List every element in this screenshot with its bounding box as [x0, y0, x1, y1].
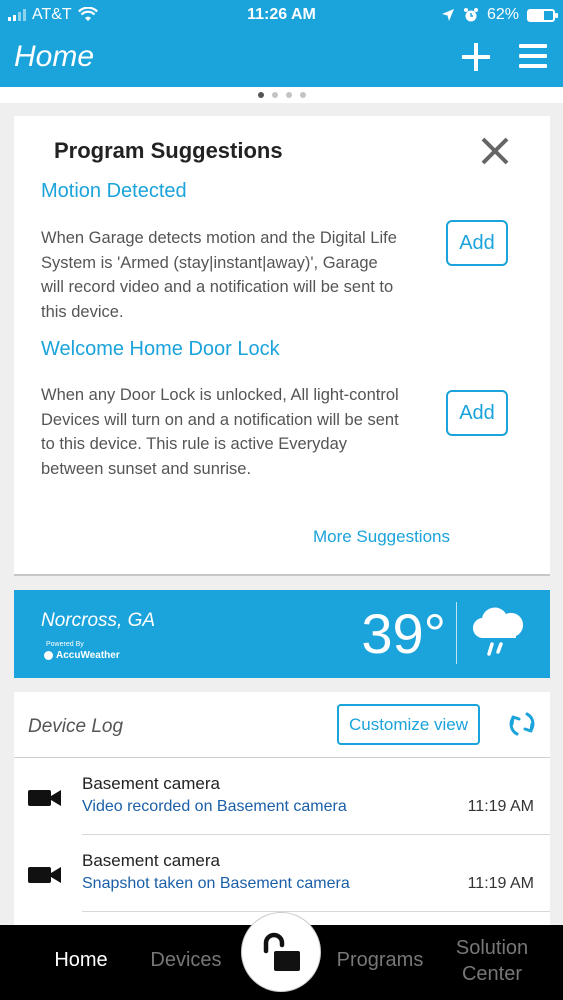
card-title: Program Suggestions — [54, 138, 283, 163]
page-dot[interactable] — [271, 92, 278, 98]
close-icon[interactable] — [480, 136, 510, 166]
app-header: Home — [0, 32, 563, 87]
unlocked-padlock-icon — [263, 932, 300, 971]
status-bar: AT&T 11:26 AM 62% — [0, 0, 563, 32]
log-entry[interactable]: Basement camera Video recorded on Baseme… — [14, 758, 550, 835]
tab-solution-center[interactable]: Solution Center — [440, 935, 544, 987]
log-device-name: Basement camera — [82, 774, 220, 793]
log-entry[interactable]: Basement camera Snapshot taken on Baseme… — [14, 835, 550, 912]
program-suggestions-card: Program Suggestions Motion Detected When… — [14, 116, 550, 576]
page-dot[interactable] — [299, 92, 306, 98]
weather-temperature: 39° — [361, 602, 446, 665]
weather-city: Norcross, GA — [41, 610, 156, 631]
tab-home[interactable]: Home — [38, 949, 124, 972]
tab-devices[interactable]: Devices — [140, 949, 232, 972]
battery-percent: 62% — [486, 6, 519, 23]
page-dot[interactable] — [257, 92, 264, 98]
sun-icon — [44, 651, 53, 660]
log-event-link[interactable]: Snapshot taken on Basement camera — [82, 875, 350, 893]
hamburger-menu-icon[interactable] — [519, 44, 547, 68]
add-icon[interactable] — [459, 40, 493, 74]
customize-view-button[interactable]: Customize view — [337, 704, 480, 745]
log-event-link[interactable]: Video recorded on Basement camera — [82, 798, 347, 816]
battery-fill — [529, 10, 544, 20]
page-title: Home — [14, 40, 95, 73]
suggestion-title-door-lock[interactable]: Welcome Home Door Lock — [41, 338, 280, 361]
row-divider — [82, 911, 550, 912]
powered-by-label: Powered By — [46, 641, 84, 648]
page-dot[interactable] — [285, 92, 292, 98]
device-log-title: Device Log — [28, 716, 124, 737]
accuweather-logo: AccuWeather — [44, 650, 120, 661]
video-camera-icon — [28, 790, 61, 806]
log-device-name: Basement camera — [82, 851, 220, 870]
more-suggestions-link[interactable]: More Suggestions — [313, 527, 450, 547]
log-time: 11:19 AM — [467, 798, 534, 815]
add-motion-button[interactable]: Add — [446, 220, 508, 266]
device-log: Device Log Customize view Basement camer… — [14, 692, 550, 925]
tab-programs[interactable]: Programs — [330, 949, 430, 972]
log-time: 11:19 AM — [467, 875, 534, 892]
status-right: 62% — [441, 6, 558, 24]
lock-button[interactable] — [241, 912, 321, 992]
weather-widget[interactable]: Norcross, GA Powered By AccuWeather 39° — [14, 590, 550, 678]
rain-cloud-icon — [472, 607, 524, 656]
video-camera-icon — [28, 867, 61, 883]
weather-divider — [456, 602, 457, 664]
battery-icon — [527, 8, 558, 22]
suggestion-description-motion: When Garage detects motion and the Digit… — [41, 229, 397, 321]
suggestion-description-door-lock: When any Door Lock is unlocked, All ligh… — [41, 386, 399, 478]
location-arrow-icon — [441, 9, 454, 21]
add-door-lock-button[interactable]: Add — [446, 390, 508, 436]
suggestion-title-motion[interactable]: Motion Detected — [41, 180, 187, 203]
refresh-icon[interactable] — [508, 710, 536, 738]
alarm-clock-icon — [463, 8, 478, 22]
weather-provider: AccuWeather — [56, 650, 120, 661]
page-indicator[interactable] — [0, 87, 563, 103]
